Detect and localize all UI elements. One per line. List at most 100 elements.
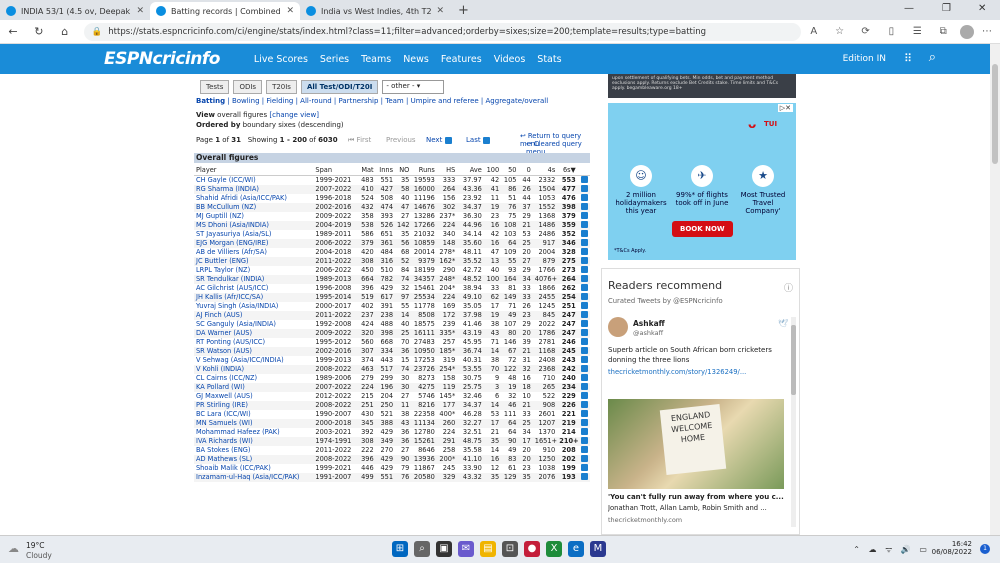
info-icon[interactable]: ⓘ (784, 281, 793, 294)
close-window-button[interactable]: ✕ (978, 3, 986, 14)
tab-all-formats[interactable]: All Test/ODI/T20I (300, 80, 379, 94)
player-link[interactable]: Shoaib Malik (ICC/PAK) (194, 464, 313, 473)
read-aloud-icon[interactable]: A (801, 26, 827, 37)
next-page-link[interactable]: Next (426, 136, 452, 144)
column-header[interactable]: 6s▼ (557, 165, 578, 176)
extensions-icon[interactable]: ⟳ (853, 26, 879, 37)
player-link[interactable]: BA Stokes (ENG) (194, 446, 313, 455)
nav-videos[interactable]: Videos (494, 54, 526, 65)
favorite-star-icon[interactable]: ☆ (827, 26, 853, 37)
column-header[interactable]: 50 (501, 165, 519, 176)
player-link[interactable]: BB McCullum (NZ) (194, 202, 314, 212)
row-link-cell[interactable] (577, 310, 590, 320)
player-link[interactable]: V Kohli (INDIA) (194, 364, 314, 374)
player-link[interactable]: AB de Villiers (Afr/SA) (194, 248, 313, 257)
row-link-cell[interactable] (577, 220, 590, 230)
subnav-team[interactable]: Team (385, 97, 404, 105)
nav-stats[interactable]: Stats (537, 54, 561, 65)
subnav-batting[interactable]: Batting (196, 97, 225, 105)
url-bar[interactable]: 🔒 https://stats.espncricinfo.com/ci/engi… (83, 22, 801, 41)
row-link-cell[interactable] (577, 454, 590, 464)
column-header[interactable]: 0 (518, 165, 533, 176)
nav-live-scores[interactable]: Live Scores (254, 54, 308, 65)
row-link-cell[interactable] (578, 266, 590, 275)
subnav-aggregate[interactable]: Aggregate/overall (486, 97, 549, 105)
minimize-button[interactable]: — (904, 3, 914, 14)
row-link-cell[interactable] (578, 302, 590, 311)
player-link[interactable]: CH Gayle (ICC/WI) (194, 175, 313, 185)
player-link[interactable]: AD Mathews (SL) (194, 454, 314, 464)
row-link-cell[interactable] (577, 292, 590, 302)
avatar[interactable] (608, 317, 628, 337)
row-link-cell[interactable] (578, 320, 590, 329)
profile-avatar[interactable] (960, 24, 975, 39)
column-header[interactable]: Runs (411, 165, 437, 176)
system-tray-icons[interactable]: ⌃ ☁ ᯤ 🔊 ▭ (853, 544, 930, 555)
last-page-link[interactable]: Last (466, 136, 490, 144)
store-icon[interactable]: ⊡ (502, 541, 518, 557)
column-header[interactable]: 100 (483, 165, 502, 176)
row-link-cell[interactable] (577, 184, 590, 194)
tweet-handle[interactable]: @ashkaff (633, 329, 663, 337)
tweet-link[interactable]: thecricketmonthly.com/story/1326249/... (608, 368, 746, 376)
browser-tab-1[interactable]: INDIA 53/1 (4.5 ov, Deepak Hoo ✕ (0, 2, 150, 20)
row-link-cell[interactable] (578, 392, 590, 401)
player-link[interactable]: AJ Finch (AUS) (194, 310, 314, 320)
nav-news[interactable]: News (403, 54, 429, 65)
row-link-cell[interactable] (577, 400, 590, 410)
browser-tab-3[interactable]: India vs West Indies, 4th T20I, La ✕ (300, 2, 450, 20)
row-link-cell[interactable] (578, 410, 590, 419)
browser-tab-2[interactable]: Batting records | Combined Test ✕ (150, 2, 300, 20)
player-link[interactable]: DA Warner (AUS) (194, 328, 314, 338)
player-link[interactable]: RT Ponting (AUS/ICC) (194, 338, 313, 347)
row-link-cell[interactable] (577, 436, 590, 446)
ad-close-icon[interactable]: ▷✕ (777, 104, 793, 112)
scrollbar-thumb[interactable] (992, 64, 998, 164)
player-link[interactable]: AC Gilchrist (AUS/ICC) (194, 284, 313, 293)
refresh-icon[interactable]: ↻ (26, 25, 52, 38)
nav-series[interactable]: Series (320, 54, 349, 65)
column-header[interactable]: Player (194, 165, 314, 176)
chat-icon[interactable]: ✉ (458, 541, 474, 557)
widget-scrollbar-thumb[interactable] (791, 325, 796, 395)
widget-subtitle[interactable]: Curated Tweets by @ESPNcricinfo (608, 297, 723, 305)
row-link-cell[interactable] (577, 364, 590, 374)
row-link-cell[interactable] (577, 382, 590, 392)
player-link[interactable]: JH Kallis (Afr/ICC/SA) (194, 292, 314, 302)
tab-odis[interactable]: ODIs (233, 80, 263, 94)
column-header[interactable]: 4s (532, 165, 558, 176)
file-explorer-icon[interactable]: ▤ (480, 541, 496, 557)
column-header[interactable]: Ave (457, 165, 484, 176)
ad-banner-top[interactable]: upon settlement of qualifying bets. Min … (608, 74, 796, 98)
tab-t20is[interactable]: T20Is (266, 80, 297, 94)
row-link-cell[interactable] (578, 175, 590, 185)
search-icon[interactable]: ⌕ (414, 541, 430, 557)
book-now-button[interactable]: BOOK NOW (672, 221, 733, 237)
column-header[interactable]: HS (436, 165, 458, 176)
player-link[interactable]: KA Pollard (WI) (194, 382, 314, 392)
subnav-fielding[interactable]: Fielding (266, 97, 293, 105)
card-title[interactable]: 'You can't fully run away from where you… (608, 493, 788, 501)
player-link[interactable]: LRPL Taylor (NZ) (194, 266, 313, 275)
player-link[interactable]: MN Samuels (WI) (194, 418, 314, 428)
player-link[interactable]: Yuvraj Singh (Asia/INDIA) (194, 302, 313, 311)
edition-selector[interactable]: Edition IN (843, 54, 886, 64)
player-link[interactable]: V Sehwag (Asia/ICC/INDIA) (194, 356, 313, 365)
page-scrollbar[interactable] (990, 44, 1000, 535)
collections-icon[interactable]: ⧉ (930, 26, 956, 37)
tweet-image[interactable]: ENGLAND WELCOME HOME (608, 399, 784, 489)
close-tab-icon[interactable]: ✕ (136, 6, 144, 16)
home-icon[interactable]: ⌂ (52, 25, 78, 38)
row-link-cell[interactable] (578, 446, 590, 455)
column-header[interactable]: NO (395, 165, 412, 176)
row-link-cell[interactable] (578, 356, 590, 365)
row-link-cell[interactable] (578, 428, 590, 437)
subnav-bowling[interactable]: Bowling (232, 97, 260, 105)
player-link[interactable]: EJG Morgan (ENG/IRE) (194, 238, 314, 248)
player-link[interactable]: GJ Maxwell (AUS) (194, 392, 313, 401)
row-link-cell[interactable] (578, 374, 590, 383)
player-link[interactable]: JC Buttler (ENG) (194, 256, 314, 266)
nav-features[interactable]: Features (441, 54, 482, 65)
row-link-cell[interactable] (578, 284, 590, 293)
player-link[interactable]: CL Cairns (ICC/NZ) (194, 374, 313, 383)
